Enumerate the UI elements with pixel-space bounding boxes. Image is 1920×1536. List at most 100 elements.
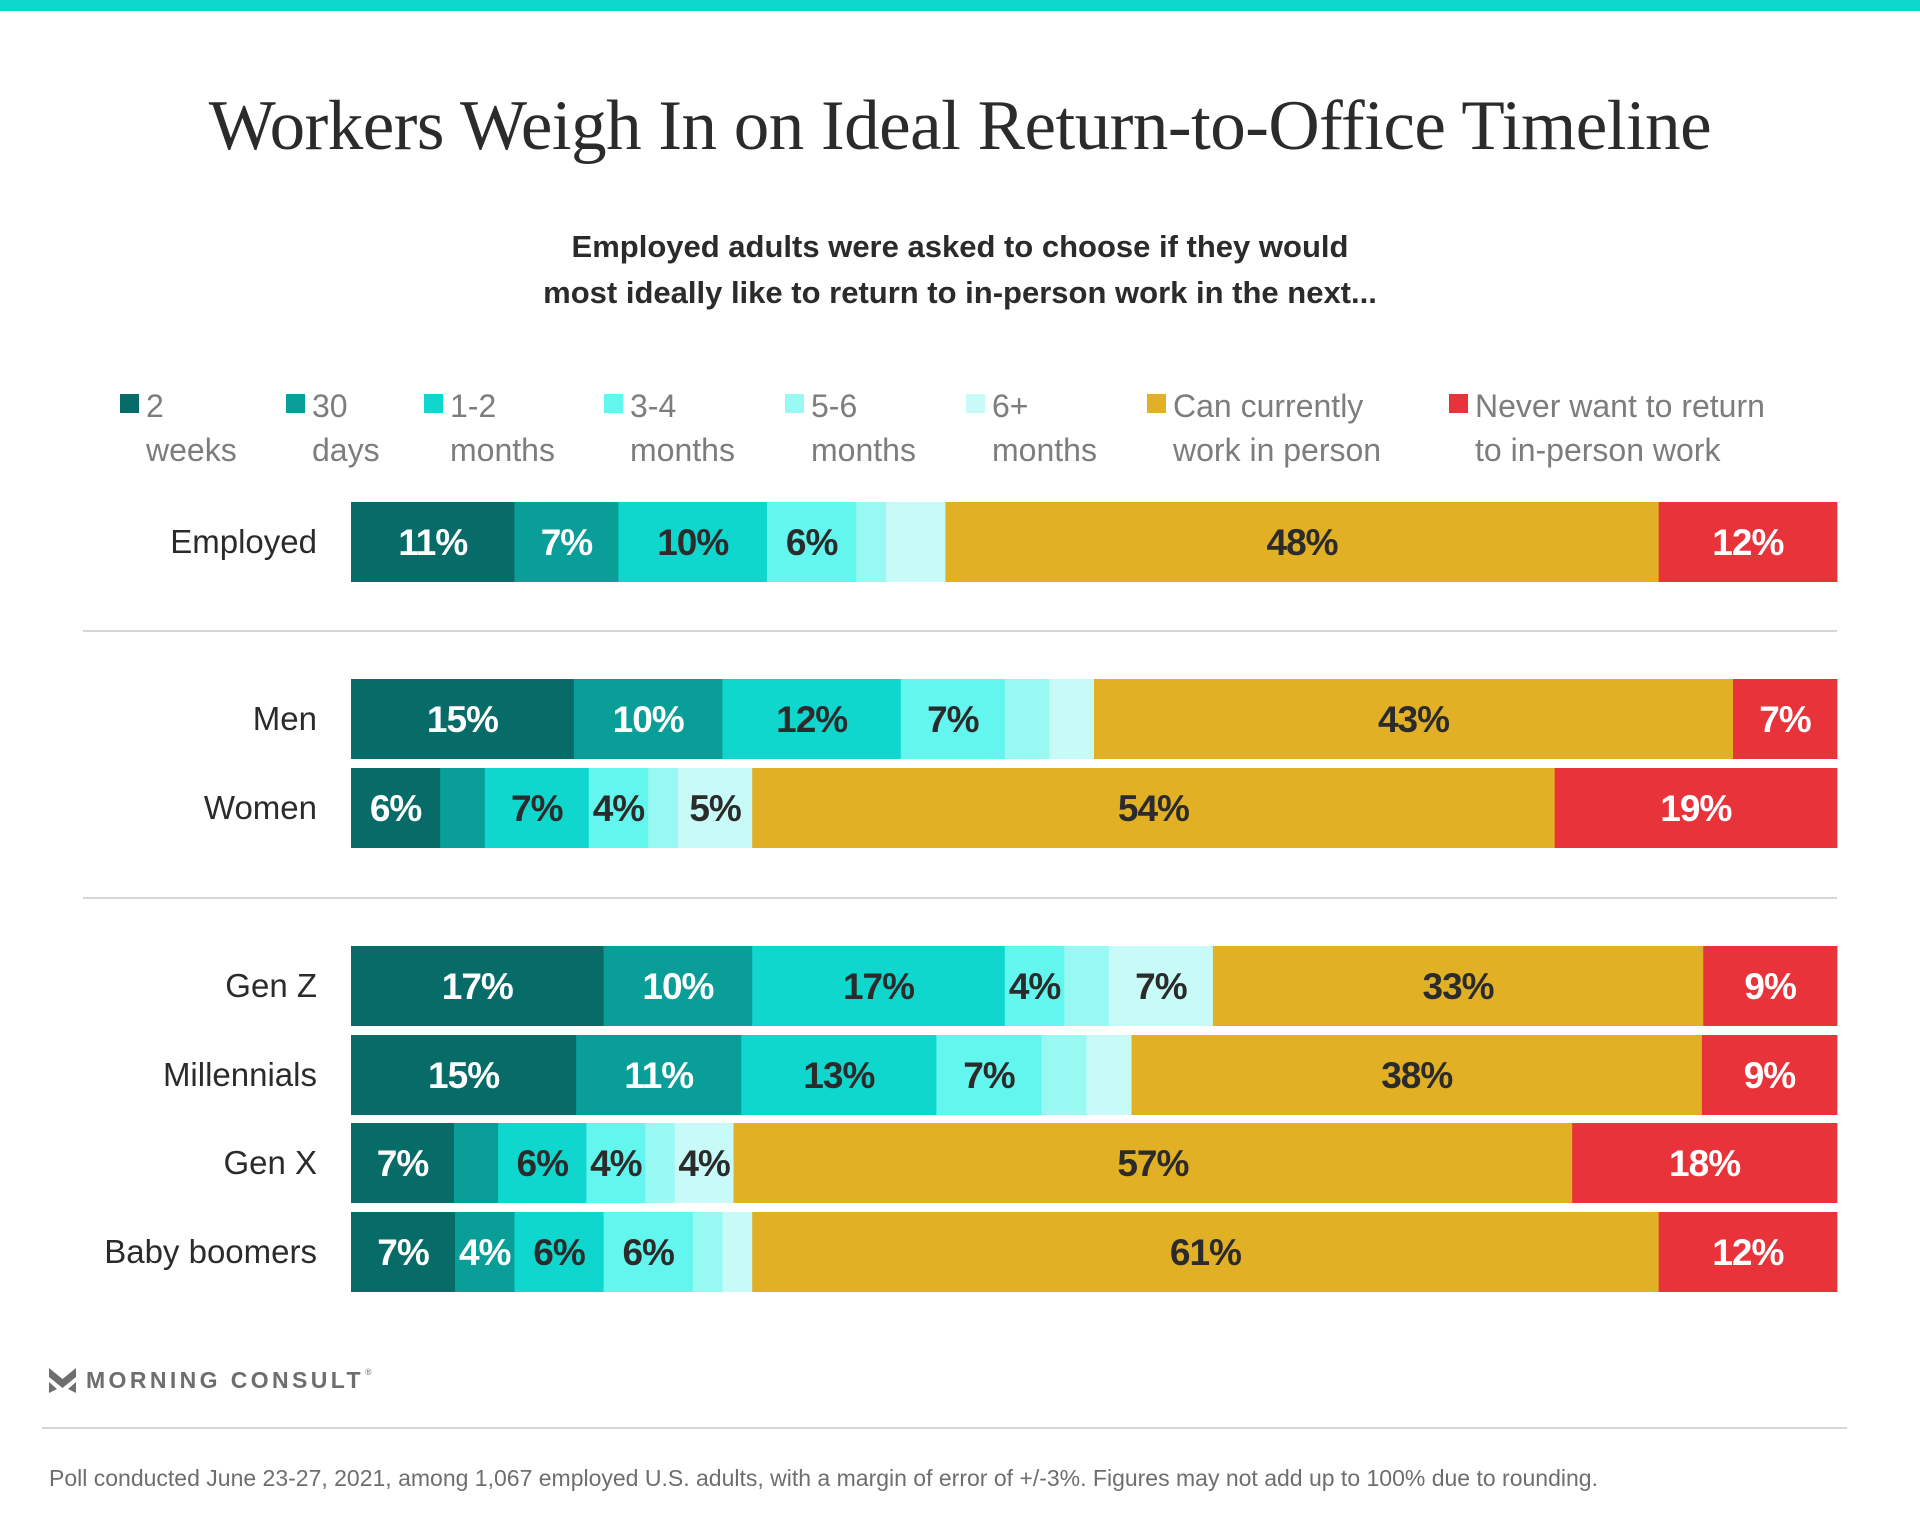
bar-segment-gen-z-can-currently-work-in-person <box>1212 946 1704 1026</box>
bar-segment-gen-x-30-days <box>453 1123 499 1203</box>
bar-row-men: 15% 10% 12% 7% 43% 7% <box>351 679 1838 759</box>
row-label-women: Women <box>203 789 317 826</box>
bar-segment-employed-3-4-months <box>767 502 857 582</box>
legend-label: months <box>811 432 916 468</box>
registered-mark: ® <box>365 1366 372 1377</box>
bar-segment-men-3-4-months <box>900 679 1006 759</box>
bar-segment-millennials-3-4-months <box>936 1035 1042 1115</box>
legend-label: 2 <box>146 388 164 424</box>
group-separator <box>83 897 1837 899</box>
bar-segment-women-6-months <box>677 768 753 848</box>
legend-label: to in-person work <box>1475 432 1721 468</box>
bar-segment-gen-z-30-days <box>603 946 753 1026</box>
bar-segment-gen-z-5-6-months <box>1064 946 1110 1026</box>
footer-divider <box>42 1427 1847 1429</box>
row-label-men: Men <box>252 700 317 737</box>
bar-segment-gen-z-3-4-months <box>1004 946 1065 1026</box>
row-label-employed: Employed <box>170 523 317 560</box>
bar-segment-baby-boomers-3-4-months <box>603 1212 694 1292</box>
bar-segment-men-1-2-months <box>722 679 902 759</box>
bar-segment-employed-30-days <box>514 502 619 582</box>
bar-segment-baby-boomers-never-want-to-return-to-in-person-work <box>1658 1212 1838 1292</box>
bar-segment-employed-2-weeks <box>351 502 515 582</box>
legend-label: 6+ <box>992 388 1029 424</box>
bar-row-women: 6% 7% 4% 5% 54% 19% <box>351 768 1838 848</box>
legend-label: weeks <box>146 432 237 468</box>
bar-segment-gen-x-5-6-months <box>645 1123 676 1203</box>
row-label-gen-x: Gen X <box>223 1144 317 1181</box>
accent-top-bar <box>0 0 1920 11</box>
legend-label: months <box>630 432 735 468</box>
bar-segment-employed-6-months <box>885 502 946 582</box>
legend-label: months <box>450 432 555 468</box>
bar-segment-gen-x-3-4-months <box>586 1123 646 1203</box>
legend-label: Can currently <box>1173 388 1364 424</box>
bar-segment-women-2-weeks <box>351 768 441 848</box>
legend-label: 3-4 <box>630 388 677 424</box>
bar-segment-women-never-want-to-return-to-in-person-work <box>1554 768 1838 848</box>
bar-segment-baby-boomers-5-6-months <box>692 1212 723 1292</box>
bar-segment-employed-can-currently-work-in-person <box>945 502 1660 582</box>
subtitle-line-2: most ideally like to return to in-person… <box>543 275 1377 310</box>
bar-segment-baby-boomers-1-2-months <box>514 1212 605 1292</box>
bar-segment-employed-1-2-months <box>618 502 768 582</box>
brand-text: MORNING CONSULT <box>86 1366 365 1393</box>
morning-consult-logo-icon <box>49 1367 76 1393</box>
bar-segment-millennials-never-want-to-return-to-in-person-work <box>1701 1035 1838 1115</box>
chart-title: Workers Weigh In on Ideal Return-to-Offi… <box>208 87 1712 165</box>
group-separator <box>83 630 1837 632</box>
bar-segment-men-never-want-to-return-to-in-person-work <box>1732 679 1838 759</box>
bar-segment-gen-x-6-months <box>674 1123 734 1203</box>
chart-subtitle: Employed adults were asked to choose if … <box>0 224 1920 316</box>
bar-segment-gen-x-never-want-to-return-to-in-person-work <box>1572 1123 1838 1203</box>
legend-label: Never want to return <box>1475 388 1765 424</box>
bar-segment-baby-boomers-30-days <box>455 1212 515 1292</box>
bar-segment-millennials-30-days <box>576 1035 742 1115</box>
legend-label: 5-6 <box>811 388 858 424</box>
bar-row-gen-x: 7% 6% 4% 4% 57% 18% <box>351 1123 1838 1203</box>
bar-segment-gen-x-1-2-months <box>498 1123 587 1203</box>
bar-segment-men-can-currently-work-in-person <box>1094 679 1734 759</box>
legend-swatch <box>785 394 804 413</box>
bar-segment-baby-boomers-6-months <box>722 1212 753 1292</box>
bar-segment-gen-z-6-months <box>1108 946 1214 1026</box>
bar-segment-employed-5-6-months <box>856 502 887 582</box>
bar-row-gen-z: 17% 10% 17% 4% 7% 33% 9% <box>351 946 1838 1026</box>
bar-segment-millennials-6-months <box>1086 1035 1132 1115</box>
legend-swatch <box>604 394 623 413</box>
brand-name: MORNING CONSULT® <box>86 1367 372 1394</box>
bar-segment-women-5-6-months <box>648 768 679 848</box>
bar-segment-gen-x-can-currently-work-in-person <box>733 1123 1573 1203</box>
bar-segment-men-5-6-months <box>1004 679 1050 759</box>
bar-segment-women-30-days <box>440 768 486 848</box>
legend-swatch <box>1147 394 1166 413</box>
legend-swatch <box>286 394 305 413</box>
legend-label: months <box>992 432 1097 468</box>
bar-segment-men-2-weeks <box>351 679 575 759</box>
footnote: Poll conducted June 23-27, 2021, among 1… <box>49 1465 1598 1491</box>
bar-segment-women-3-4-months <box>588 768 649 848</box>
bar-segment-millennials-5-6-months <box>1041 1035 1087 1115</box>
brand-logo: MORNING CONSULT® <box>49 1366 372 1394</box>
row-label-millennials: Millennials <box>162 1056 317 1093</box>
bar-segment-millennials-2-weeks <box>351 1035 577 1115</box>
bar-segment-millennials-1-2-months <box>741 1035 937 1115</box>
legend-label: 1-2 <box>450 388 497 424</box>
bar-segment-millennials-can-currently-work-in-person <box>1131 1035 1703 1115</box>
bar-segment-men-30-days <box>573 679 723 759</box>
row-label-gen-z: Gen Z <box>225 967 317 1004</box>
bar-row-employed: 11% 7% 10% 6% 48% 12% <box>351 502 1838 582</box>
bar-segment-gen-z-1-2-months <box>752 946 1006 1026</box>
bar-row-millennials: 15% 11% 13% 7% 38% 9% <box>351 1035 1838 1115</box>
bar-segment-men-6-months <box>1049 679 1095 759</box>
bar-segment-baby-boomers-2-weeks <box>351 1212 456 1292</box>
bar-segment-gen-z-never-want-to-return-to-in-person-work <box>1703 946 1838 1026</box>
legend-label: 30 <box>312 388 348 424</box>
legend-label: work in person <box>1173 432 1382 468</box>
legend-label: days <box>312 432 380 468</box>
legend-swatch <box>1449 394 1468 413</box>
legend-swatch <box>424 394 443 413</box>
bar-segment-women-can-currently-work-in-person <box>752 768 1556 848</box>
bar-segment-baby-boomers-can-currently-work-in-person <box>752 1212 1660 1292</box>
legend-swatch <box>120 394 139 413</box>
